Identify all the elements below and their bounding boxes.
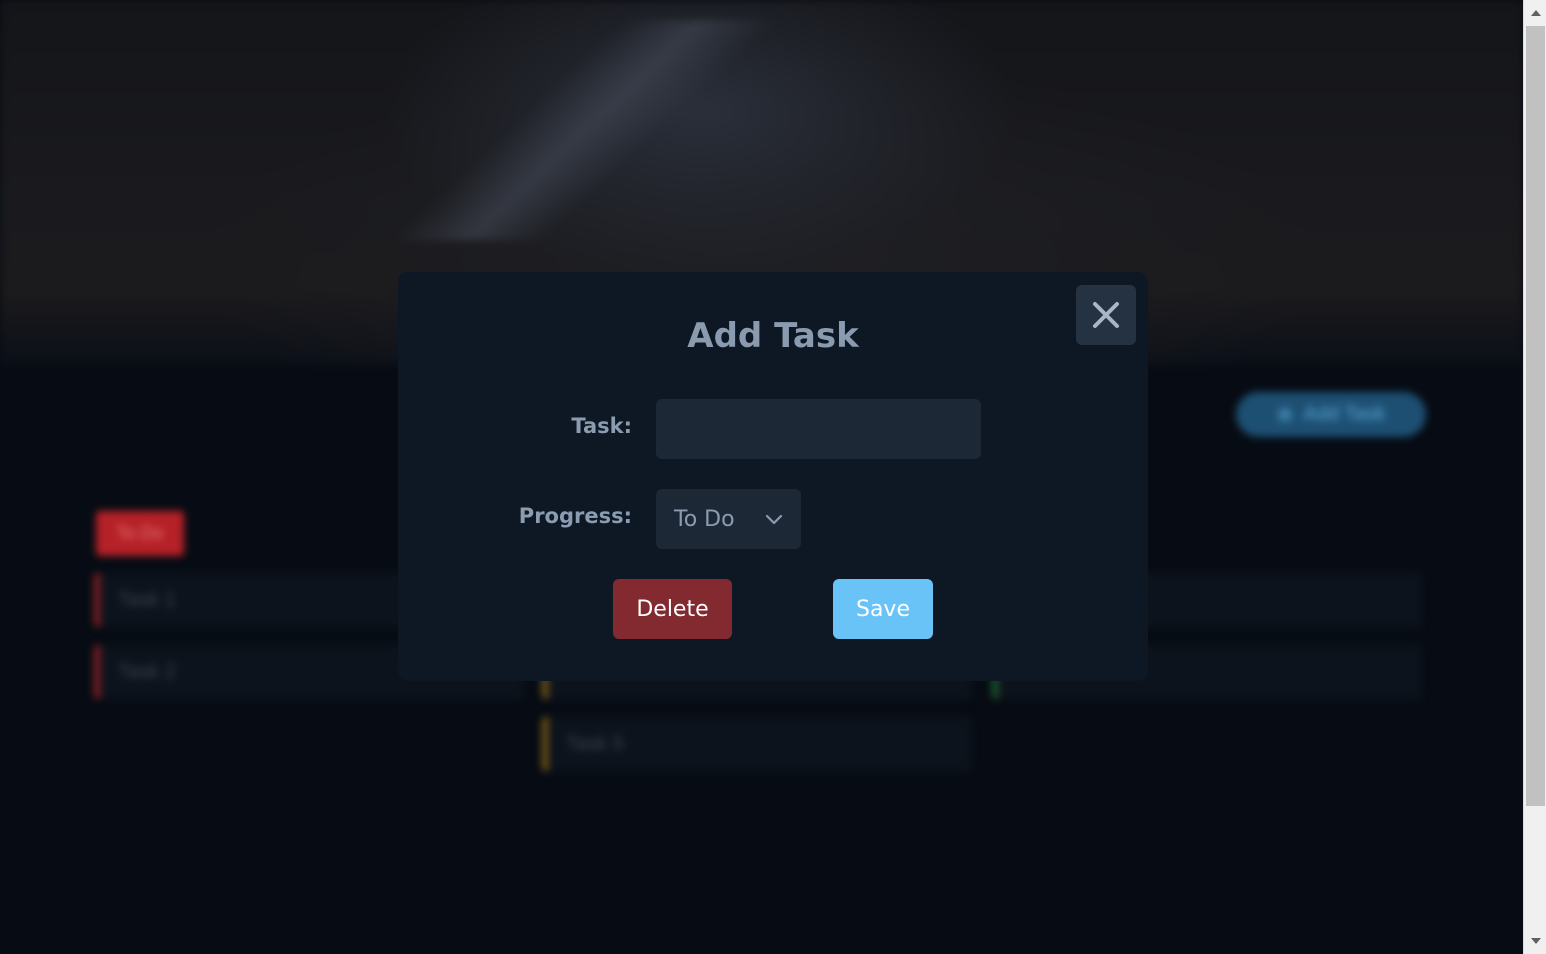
close-button[interactable] [1076, 285, 1136, 345]
add-task-button-label: Add Task [1303, 403, 1386, 425]
column-badge-todo: To Do [96, 511, 184, 556]
task-input[interactable] [656, 399, 981, 459]
save-button[interactable]: Save [833, 579, 933, 639]
add-task-button: ⊕ Add Task [1236, 392, 1426, 437]
scrollbar-thumb[interactable] [1526, 26, 1545, 806]
progress-label: Progress: [518, 504, 632, 528]
scroll-down-arrow[interactable] [1524, 930, 1546, 952]
task-label: Task: [571, 414, 632, 438]
progress-select-value: To Do [674, 506, 735, 532]
vertical-scrollbar[interactable] [1523, 0, 1546, 954]
arrow-down-icon [1530, 938, 1541, 944]
scroll-up-arrow[interactable] [1524, 2, 1546, 24]
close-icon [1093, 302, 1119, 328]
modal-title: Add Task [687, 316, 859, 356]
delete-button[interactable]: Delete [613, 579, 732, 639]
task-card-label: Task 1 [118, 588, 176, 611]
task-card-label: Task 2 [118, 660, 176, 683]
plus-icon: ⊕ [1276, 404, 1294, 426]
progress-select[interactable]: To Do [656, 489, 801, 549]
task-card-label: Task 5 [566, 732, 624, 755]
viewport: ⊕ Add Task To Do Task 1 Task 2 Task 5 Ad… [0, 0, 1523, 954]
mountain-ridge-image [389, 20, 831, 240]
add-task-modal: Add Task Task: Progress: To Do Delete Sa… [398, 272, 1148, 681]
chevron-down-icon [765, 514, 783, 525]
task-card: Task 5 [542, 717, 972, 771]
arrow-up-icon [1530, 10, 1541, 16]
